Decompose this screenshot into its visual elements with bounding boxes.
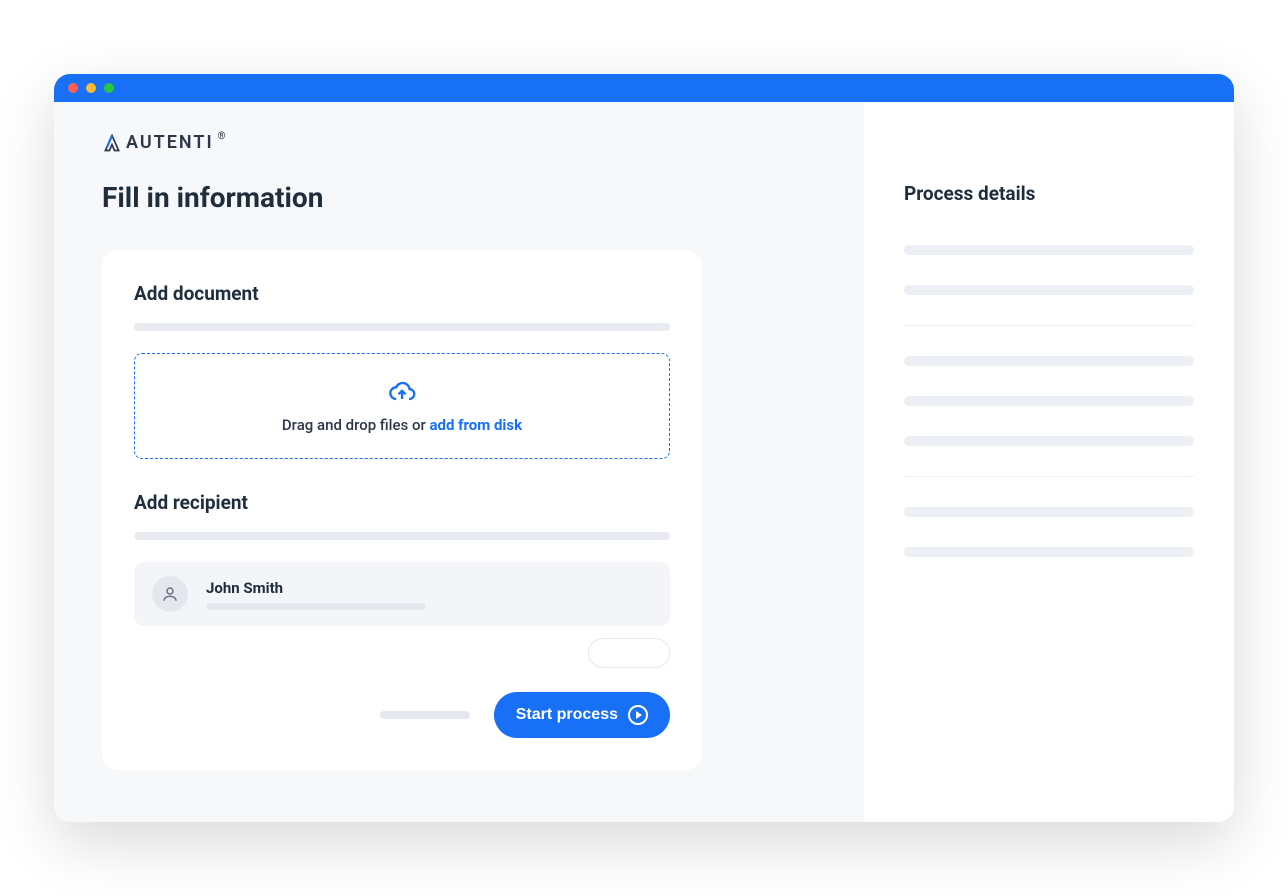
brand-logo: AUTENTI® (102, 132, 816, 153)
content-container: AUTENTI® Fill in information Add documen… (54, 102, 1234, 822)
add-document-title: Add document (134, 282, 670, 305)
window-minimize-dot[interactable] (86, 83, 96, 93)
divider (904, 325, 1194, 326)
placeholder-line (134, 532, 670, 540)
start-button-label: Start process (516, 706, 618, 724)
recipient-info: John Smith (206, 579, 652, 610)
user-icon (161, 585, 179, 603)
placeholder-line (206, 603, 426, 610)
play-circle-icon (628, 705, 648, 725)
placeholder-line (904, 356, 1194, 366)
start-process-button[interactable]: Start process (494, 692, 670, 738)
window-close-dot[interactable] (68, 83, 78, 93)
placeholder-line (134, 323, 670, 331)
add-recipient-title: Add recipient (134, 491, 670, 514)
logo-icon (102, 133, 122, 153)
placeholder-line (380, 711, 470, 719)
placeholder-line (904, 507, 1194, 517)
brand-name: AUTENTI (126, 132, 214, 153)
avatar (152, 576, 188, 612)
recipient-row[interactable]: John Smith (134, 562, 670, 626)
window-titlebar (54, 74, 1234, 102)
sidebar: Process details (864, 102, 1234, 822)
dropzone-prefix: Drag and drop files or (282, 416, 430, 434)
card-footer: Start process (134, 692, 670, 738)
form-card: Add document Drag and drop files or add … (102, 250, 702, 770)
placeholder-line (904, 245, 1194, 255)
upload-dropzone[interactable]: Drag and drop files or add from disk (134, 353, 670, 459)
secondary-pill-button[interactable] (588, 638, 670, 668)
placeholder-line (904, 547, 1194, 557)
sidebar-title: Process details (904, 182, 1194, 205)
placeholder-line (904, 285, 1194, 295)
recipient-name: John Smith (206, 579, 652, 597)
add-from-disk-link[interactable]: add from disk (430, 416, 523, 434)
page-title: Fill in information (102, 181, 816, 214)
cloud-upload-icon (388, 378, 416, 406)
placeholder-line (904, 436, 1194, 446)
placeholder-line (904, 396, 1194, 406)
app-window: AUTENTI® Fill in information Add documen… (54, 74, 1234, 822)
divider (904, 476, 1194, 477)
window-maximize-dot[interactable] (104, 83, 114, 93)
main-area: AUTENTI® Fill in information Add documen… (54, 102, 864, 822)
dropzone-text: Drag and drop files or add from disk (159, 416, 645, 434)
